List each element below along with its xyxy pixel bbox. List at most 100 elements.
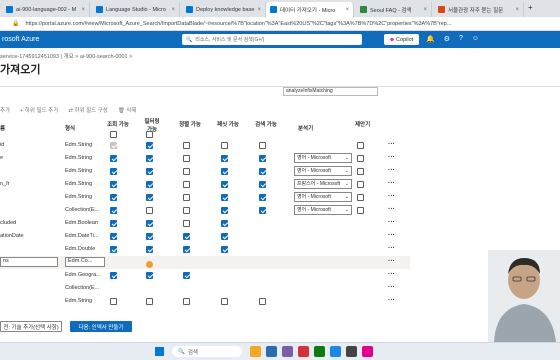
row-more-icon[interactable]: ··· — [388, 219, 395, 226]
excel-icon[interactable] — [314, 346, 325, 357]
searchable-checkbox[interactable] — [259, 194, 266, 201]
field-name[interactable]: n_fr — [0, 181, 9, 187]
table-row[interactable]: Collection(E... ··· — [0, 282, 410, 295]
col-searchable-header[interactable]: 검색 가능 — [254, 120, 278, 128]
table-row[interactable]: Collection(E... 영어 - Microsoft ⌄ ··· — [0, 204, 410, 217]
sortable-checkbox[interactable] — [183, 272, 190, 279]
searchable-checkbox[interactable] — [259, 142, 266, 149]
facetable-checkbox[interactable] — [221, 233, 228, 240]
filterable-checkbox[interactable] — [146, 155, 153, 162]
retrievable-checkbox[interactable] — [110, 194, 117, 201]
searchable-checkbox[interactable] — [259, 298, 266, 305]
suggester-checkbox[interactable] — [357, 168, 364, 175]
col-facetable-header[interactable]: 패싯 가능 — [216, 120, 240, 128]
sortable-checkbox[interactable] — [183, 168, 190, 175]
analyzer-field[interactable]: analyzeInfixMatching — [283, 87, 378, 96]
suggester-checkbox[interactable] — [357, 194, 364, 201]
retrievable-checkbox[interactable] — [110, 298, 117, 305]
teams-icon[interactable] — [282, 346, 293, 357]
delete-button[interactable]: 🗑 삭제 — [118, 106, 137, 114]
filterable-checkbox[interactable] — [146, 181, 153, 188]
app-icon[interactable] — [362, 346, 373, 357]
browser-tab[interactable]: ai-900-language-002 - M × — [2, 2, 90, 17]
row-more-icon[interactable]: ··· — [388, 271, 395, 278]
word-icon[interactable] — [330, 346, 341, 357]
analyzer-dropdown[interactable]: 영어 - Microsoft ⌄ — [294, 166, 352, 176]
searchable-checkbox[interactable] — [259, 181, 266, 188]
col-name-header[interactable]: 름 — [0, 124, 5, 132]
filterable-checkbox[interactable] — [146, 194, 153, 201]
retrievable-checkbox[interactable] — [110, 155, 117, 162]
col-analyzer-header[interactable]: 분석기 — [298, 124, 313, 132]
portal-search-input[interactable]: 🔍 리소스, 서비스 및 문서 검색(G+/) — [182, 34, 362, 45]
row-more-icon[interactable]: ··· — [388, 232, 395, 239]
terminal-icon[interactable] — [346, 346, 357, 357]
field-name[interactable]: cluded — [0, 220, 16, 226]
row-more-icon[interactable]: ··· — [388, 258, 395, 265]
suggester-checkbox[interactable] — [357, 207, 364, 214]
analyzer-dropdown[interactable]: 영어 - Microsoft ⌄ — [294, 153, 352, 163]
suggester-checkbox[interactable] — [357, 155, 364, 162]
sortable-checkbox[interactable] — [183, 298, 190, 305]
row-more-icon[interactable]: ··· — [388, 141, 395, 148]
table-row[interactable]: Edm.Geogra... ··· — [0, 269, 410, 282]
row-more-icon[interactable]: ··· — [388, 167, 395, 174]
browser-tab-active[interactable]: 데이터 가져오기 - Micro × — [266, 2, 354, 17]
table-row[interactable]: id Edm.String ··· — [0, 139, 410, 152]
filterable-checkbox[interactable] — [146, 246, 153, 253]
table-row[interactable]: cluded Edm.Boolean ··· — [0, 217, 410, 230]
new-tab-icon[interactable]: + — [528, 3, 533, 12]
analyzer-dropdown[interactable]: 영어 - Microsoft ⌄ — [294, 192, 352, 202]
close-icon[interactable]: × — [257, 7, 261, 13]
retrievable-checkbox[interactable] — [110, 220, 117, 227]
row-more-icon[interactable]: ··· — [388, 297, 395, 304]
browser-tab[interactable]: Seoul FAQ - 검색 × — [356, 2, 432, 17]
facetable-checkbox[interactable] — [221, 168, 228, 175]
sortable-checkbox[interactable] — [183, 233, 190, 240]
gear-icon[interactable]: ⚙ — [444, 35, 450, 43]
copilot-button[interactable]: ◆ Copilot — [384, 34, 419, 45]
add-subfield-button[interactable]: + 하위 필드 추가 — [20, 106, 58, 114]
table-row[interactable]: Edm.String 영어 - Microsoft ⌄ ··· — [0, 191, 410, 204]
searchable-checkbox[interactable] — [259, 207, 266, 214]
field-name[interactable]: ationDate — [0, 233, 24, 239]
browser-tab[interactable]: 서울관광 자주 묻는 질문 × — [434, 2, 524, 17]
col-type-header[interactable]: 형식 — [65, 124, 75, 132]
analyzer-dropdown[interactable]: 영어 - Microsoft ⌄ — [294, 205, 352, 215]
next-button[interactable]: 다음: 인덱서 만들기 — [70, 321, 132, 332]
help-icon[interactable]: ? — [459, 35, 463, 43]
retrievable-checkbox[interactable] — [110, 142, 117, 149]
close-icon[interactable]: × — [81, 7, 85, 13]
field-name[interactable]: ns — [0, 257, 58, 267]
table-row[interactable]: Edm.String ··· — [0, 295, 410, 308]
add-field-button[interactable]: 추가 — [0, 106, 10, 114]
close-icon[interactable]: × — [515, 7, 519, 13]
breadcrumb[interactable]: service-1745912451093 | 개요 > ai-900-sear… — [0, 52, 132, 60]
facetable-checkbox[interactable] — [221, 220, 228, 227]
powerpoint-icon[interactable] — [298, 346, 309, 357]
searchable-checkbox[interactable] — [259, 155, 266, 162]
facetable-checkbox[interactable] — [221, 246, 228, 253]
browser-tab[interactable]: Deploy knowledge base × — [182, 2, 266, 17]
sortable-checkbox[interactable] — [183, 155, 190, 162]
select-all-filterable-checkbox[interactable] — [146, 131, 153, 138]
table-row[interactable]: ns Edm.Co... ··· — [0, 256, 410, 269]
feedback-icon[interactable]: ☺ — [472, 35, 479, 43]
close-icon[interactable]: × — [345, 7, 349, 13]
address-bar[interactable]: 🔒 https://portal.azure.com/#view/Microso… — [0, 17, 560, 31]
facetable-checkbox[interactable] — [221, 298, 228, 305]
brand-label[interactable]: rosoft Azure — [0, 36, 39, 43]
sortable-checkbox[interactable] — [183, 194, 190, 201]
close-icon[interactable]: × — [423, 7, 427, 13]
retrievable-checkbox[interactable] — [110, 181, 117, 188]
facetable-checkbox[interactable] — [221, 142, 228, 149]
sortable-checkbox[interactable] — [183, 142, 190, 149]
configure-subfield-button[interactable]: ⇄ 하위 필드 구성 — [68, 106, 108, 114]
table-row[interactable]: n_fr Edm.String 프랑스어 - Microsoft ⌄ ··· — [0, 178, 410, 191]
table-row[interactable]: Edm.Double ··· — [0, 243, 410, 256]
sortable-checkbox[interactable] — [183, 181, 190, 188]
row-more-icon[interactable]: ··· — [388, 206, 395, 213]
filterable-checkbox[interactable] — [146, 233, 153, 240]
row-more-icon[interactable]: ··· — [388, 154, 395, 161]
filterable-checkbox[interactable] — [146, 272, 153, 279]
